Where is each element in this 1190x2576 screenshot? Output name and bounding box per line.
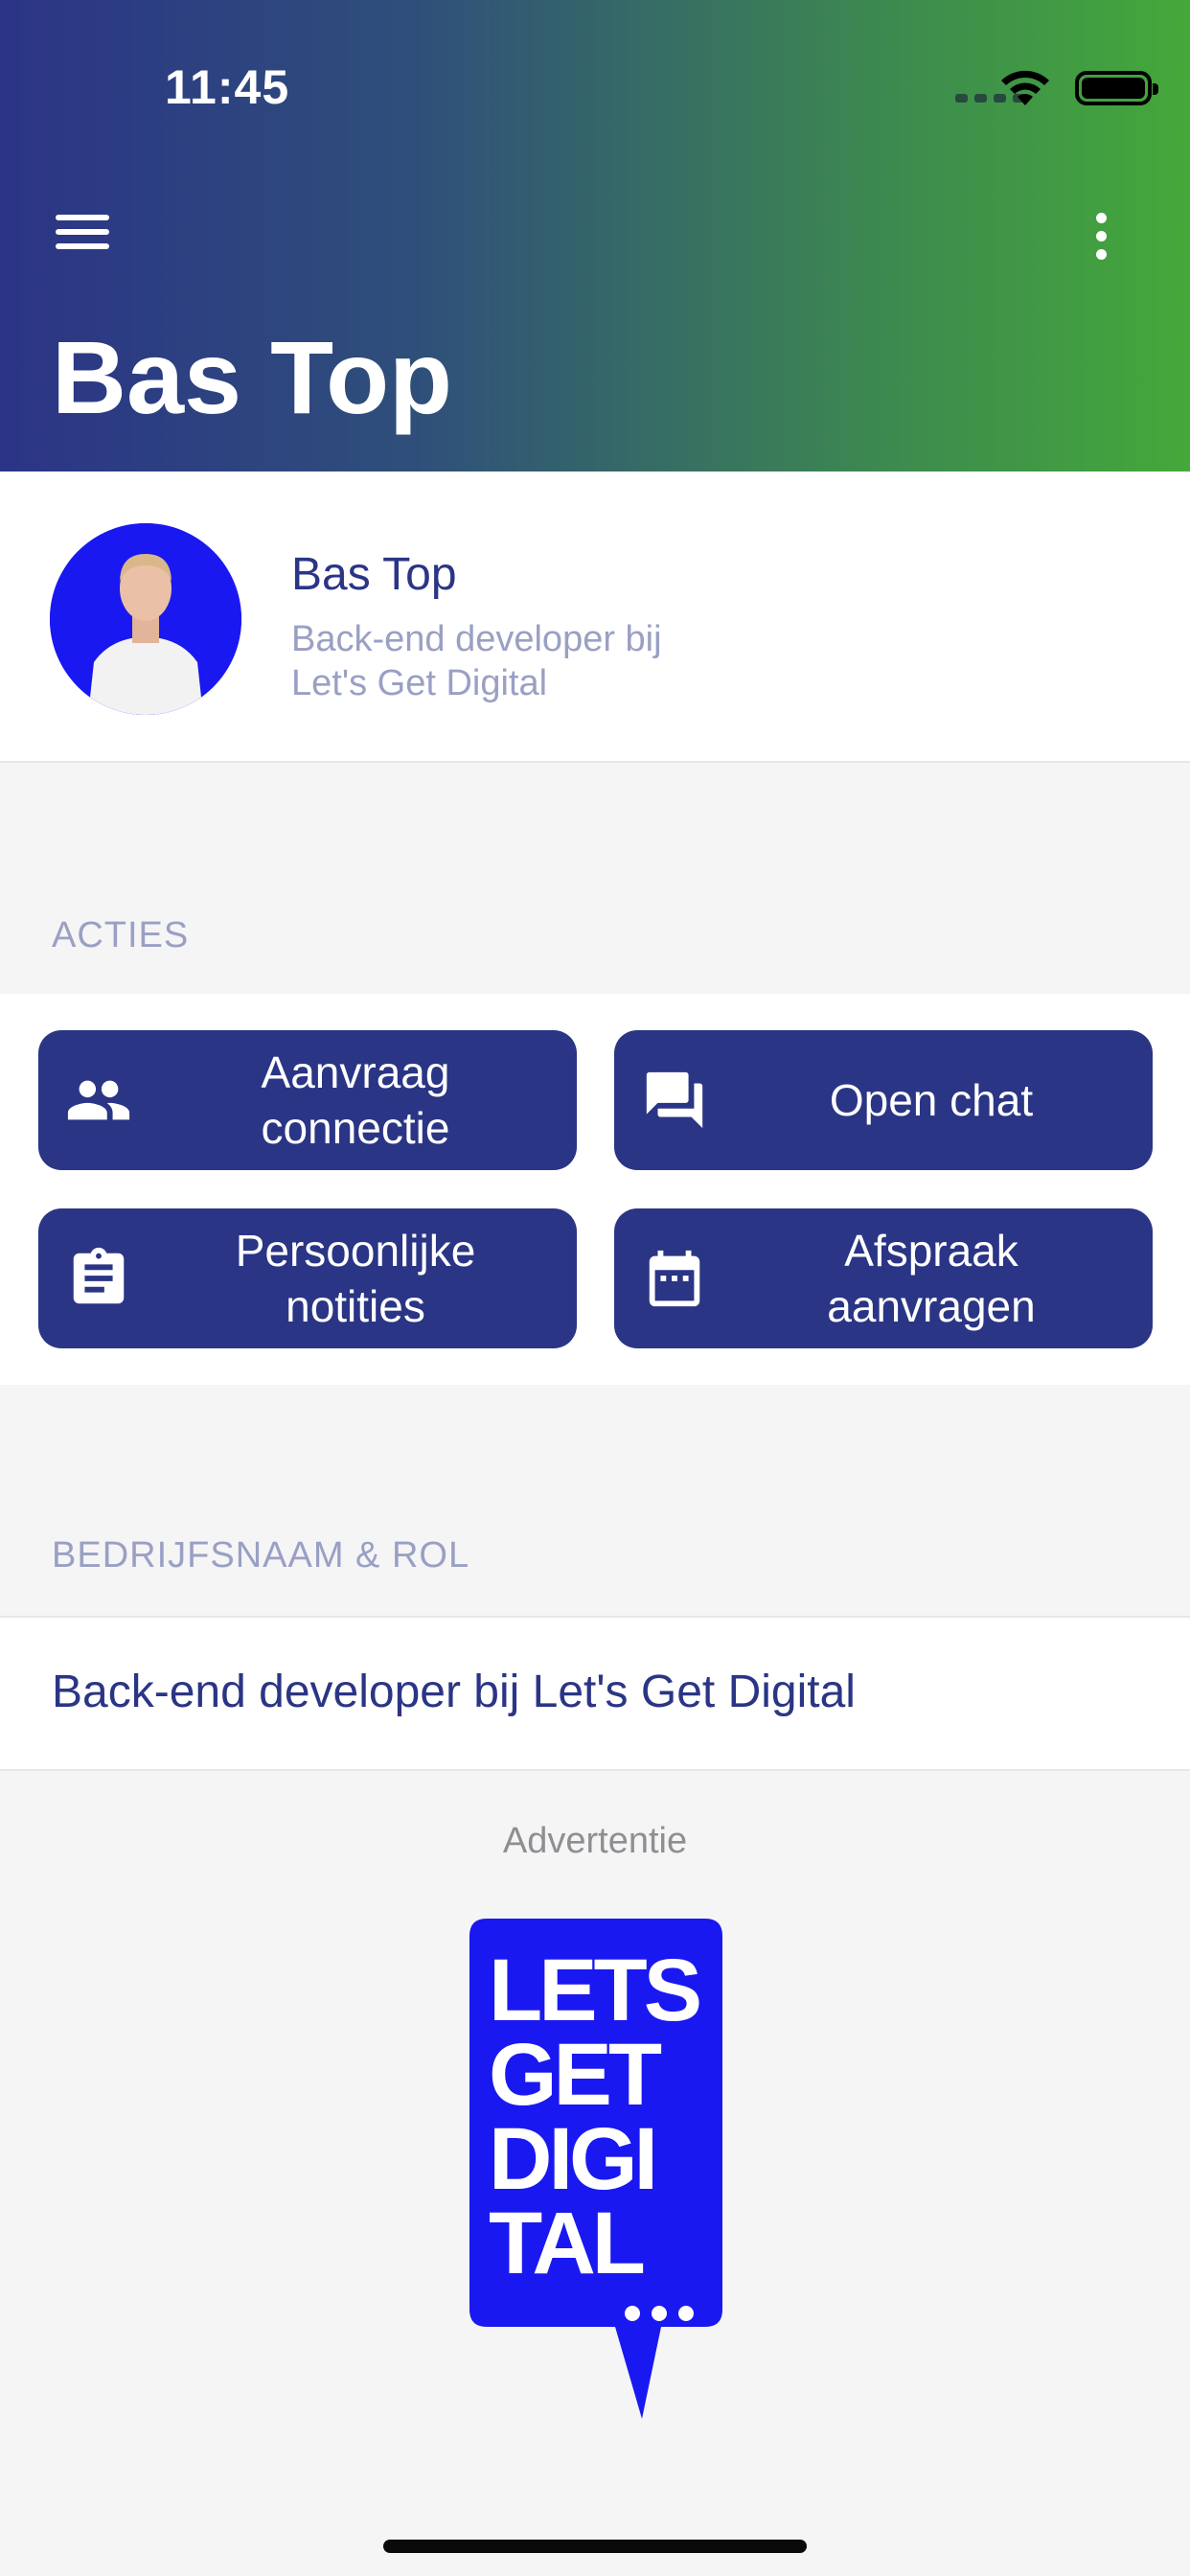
status-time: 11:45 [165, 60, 290, 114]
section-label-actions: ACTIES [52, 915, 190, 955]
home-indicator[interactable] [383, 2540, 807, 2553]
profile-subtitle: Back-end developer bij Let's Get Digital [291, 619, 662, 703]
profile-name: Bas Top [291, 549, 457, 600]
section-label-company: BEDRIJFSNAAM & ROL [52, 1535, 470, 1576]
ad-logo-line-3: DIGI [489, 2110, 654, 2208]
ad-logo-line-1: LETS [489, 1942, 699, 2039]
ad-logo-line-2: GET [489, 2026, 662, 2124]
open-chat-label: Open chat [829, 1075, 1034, 1125]
request-appointment-label: Afspraak aanvragen [827, 1226, 1036, 1331]
personal-notes-label: Persoonlijke notities [235, 1226, 476, 1331]
request-connection-label: Aanvraag connectie [261, 1047, 450, 1153]
ad-logo[interactable]: LETS GET DIGI TAL [469, 1919, 722, 2426]
battery-icon [1075, 71, 1158, 105]
calendar-icon [649, 1250, 700, 1307]
ad-label: Advertentie [502, 1821, 688, 1861]
open-chat-button[interactable]: Open chat [614, 1030, 1153, 1170]
request-appointment-button[interactable]: Afspraak aanvragen [614, 1208, 1153, 1348]
ad-logo-line-4: TAL [489, 2195, 644, 2292]
page-title: Bas Top [52, 319, 453, 435]
company-role-text: Back-end developer bij Let's Get Digital [52, 1667, 856, 1717]
more-options-icon[interactable] [1087, 213, 1115, 261]
menu-icon[interactable] [56, 215, 109, 257]
actions-panel: Aanvraag connectie Open chat Persoonlijk… [0, 994, 1190, 1385]
profile-card[interactable]: Bas Top Back-end developer bij Let's Get… [0, 472, 1190, 763]
personal-notes-button[interactable]: Persoonlijke notities [38, 1208, 577, 1348]
avatar [50, 523, 241, 715]
company-role-row: Back-end developer bij Let's Get Digital [0, 1616, 1190, 1771]
wifi-icon [1001, 70, 1049, 105]
chat-icon [646, 1071, 703, 1129]
app-header: 11:45 Bas Top [0, 0, 1190, 472]
request-connection-button[interactable]: Aanvraag connectie [38, 1030, 577, 1170]
clipboard-icon [73, 1247, 125, 1304]
people-icon [67, 1080, 130, 1120]
